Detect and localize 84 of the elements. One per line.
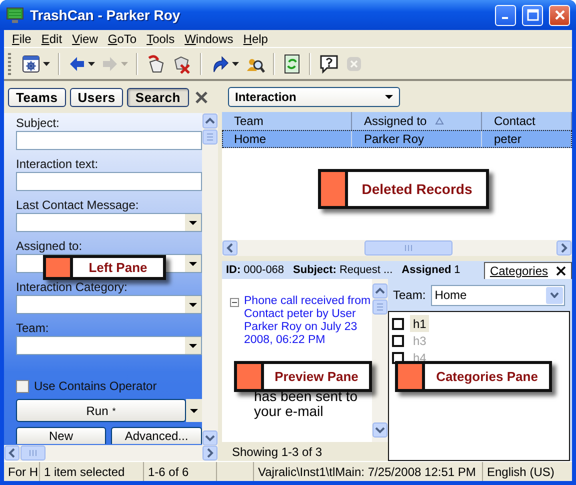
menu-item[interactable]: File (7, 32, 36, 46)
field-label: Subject: (293, 264, 336, 276)
menu-item[interactable]: Help (238, 32, 273, 46)
status-text: Vajralic\Inst1\tlMain: 7/25/2008 12:51 PM (254, 462, 483, 481)
dropdown-button[interactable] (185, 255, 201, 272)
scrollbar[interactable] (222, 240, 572, 256)
field-value: Request ... (339, 264, 393, 276)
refresh-icon[interactable] (283, 54, 301, 74)
dropdown-button[interactable] (185, 337, 201, 354)
caret-icon[interactable] (189, 262, 197, 266)
collapse-icon[interactable] (230, 298, 239, 307)
caret-icon[interactable] (43, 62, 50, 66)
dropdown-button[interactable] (185, 296, 201, 313)
caret-icon[interactable] (385, 94, 393, 98)
field-value: 1 (454, 264, 460, 276)
caret-icon[interactable] (88, 62, 95, 66)
status-text: English (US) (486, 464, 556, 480)
input-field[interactable] (16, 131, 202, 150)
table-cell[interactable]: peter (482, 130, 572, 148)
scrollbar[interactable] (372, 283, 388, 438)
field-label: Team: (393, 288, 426, 302)
record-count: Showing 1-3 of 3 (222, 442, 388, 461)
status-text: For H (4, 462, 40, 481)
help-bubble-icon[interactable] (319, 54, 339, 74)
menu-item[interactable]: Tools (142, 32, 180, 46)
checkbox[interactable] (392, 318, 404, 330)
minimize-button[interactable] (495, 4, 516, 26)
app-icon (6, 6, 24, 24)
box-cross-icon[interactable] (172, 54, 192, 74)
selected-row[interactable]: Home Parker Roy peter (222, 130, 572, 148)
field-label: Interaction text: (16, 157, 100, 171)
maximize-button[interactable] (522, 4, 543, 26)
scrollbar[interactable] (202, 113, 218, 446)
button[interactable]: New (16, 427, 106, 444)
callout-tooltip: Categories Pane (395, 361, 552, 392)
menu-item[interactable]: GoTo (102, 32, 142, 46)
message-text: has been sent to your e-mail (254, 389, 359, 419)
box-arrow-icon[interactable] (146, 54, 166, 74)
field-label: Interaction Category: (16, 280, 128, 294)
field-label: Team: (16, 321, 50, 335)
caret-icon[interactable] (189, 302, 197, 306)
view-dropdown[interactable]: Interaction (228, 86, 400, 106)
chevron-icon[interactable] (550, 292, 559, 298)
tab[interactable]: Search (127, 88, 189, 106)
button[interactable]: Advanced... (111, 427, 202, 444)
window-icon[interactable] (21, 54, 41, 74)
dropdown-button[interactable] (185, 214, 201, 231)
tab[interactable]: Categories (484, 262, 572, 279)
menu-item[interactable]: Windows (180, 32, 238, 46)
field-label: Last Contact Message: (16, 198, 140, 212)
event-text: Phone call received from Contact peter by User Parker Roy on July 23 2008, 06:22 PM (244, 295, 372, 347)
status-text: 1-6 of 6 (144, 462, 217, 481)
category-item[interactable]: h1 (410, 315, 430, 332)
caret-icon[interactable] (189, 344, 197, 348)
dropdown-button[interactable] (546, 286, 563, 304)
checkbox-label: Use Contains Operator (34, 379, 157, 393)
menu-item[interactable]: Edit (36, 32, 68, 46)
caret-icon[interactable] (232, 62, 239, 66)
callout-tooltip: Preview Pane (234, 361, 372, 392)
dropdown-button[interactable] (186, 399, 202, 422)
caret-icon[interactable] (190, 408, 198, 412)
close-icon[interactable] (194, 90, 208, 104)
callout-tooltip: Left Pane (43, 255, 166, 280)
close-icon[interactable] (556, 266, 566, 276)
team-dropdown[interactable]: Home (430, 284, 565, 306)
window-title: TrashCan - Parker Roy (30, 7, 182, 23)
caret-icon[interactable] (189, 220, 197, 224)
table-cell[interactable]: Parker Roy (352, 130, 482, 148)
table-cell[interactable]: Home (222, 130, 352, 148)
scrollbar[interactable] (4, 445, 218, 461)
status-text: 1 item selected (40, 462, 144, 481)
menu-item[interactable]: View (67, 32, 103, 46)
field-label: ID: (226, 264, 241, 276)
field-value: 000-068 (244, 264, 284, 276)
field-label: Assigned (402, 264, 452, 276)
maximize-icon[interactable] (526, 9, 538, 21)
field-label: Subject: (16, 116, 60, 130)
input-field[interactable] (16, 172, 202, 191)
tab[interactable]: Users (70, 88, 124, 106)
field-label: Assigned to: (16, 239, 84, 253)
checkbox[interactable] (16, 380, 29, 392)
close-button[interactable] (549, 4, 570, 26)
callout-tooltip: Deleted Records (318, 169, 489, 209)
tab[interactable]: Teams (8, 88, 66, 106)
